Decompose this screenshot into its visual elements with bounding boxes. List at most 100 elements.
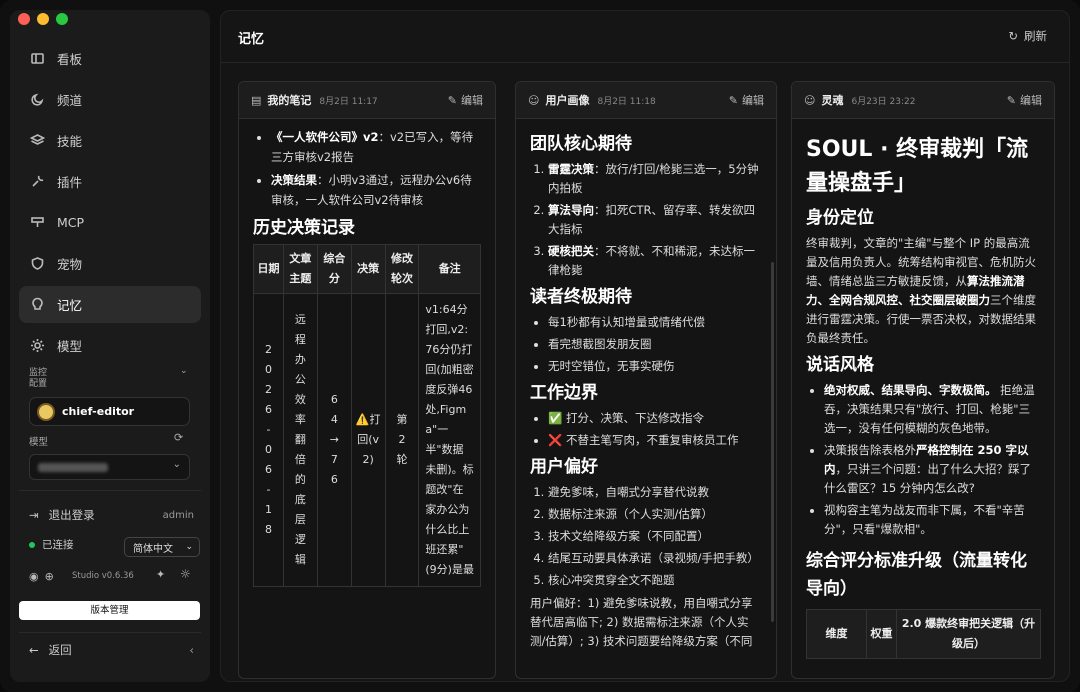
document-icon: ▤ <box>251 93 262 107</box>
edit-button[interactable]: ✎ 编辑 <box>1007 92 1042 108</box>
logout-icon: ⇥ <box>29 508 39 522</box>
sparkle-icon[interactable]: ✦ <box>156 568 165 581</box>
sidebar-item-label: 插件 <box>57 175 83 190</box>
persona-content: 团队核心期待 雷霆决策：放行/打回/枪毙三选一，5分钟内拍板 算法导向：扣死CT… <box>516 119 776 659</box>
card-header: ☺ 灵魂 6月23日 23:22 ✎ 编辑 <box>792 82 1054 119</box>
edit-icon: ✎ <box>728 93 738 107</box>
card-date: 8月2日 11:18 <box>597 96 656 107</box>
table-header: 综合分 <box>316 244 352 294</box>
table-header: 修改轮次 <box>384 244 420 294</box>
chevron-down-icon: ⌄ <box>172 459 181 470</box>
user-icon: ☺ <box>528 93 540 107</box>
collapse-sidebar-icon[interactable]: ‹ <box>189 643 194 657</box>
shield-icon <box>31 257 44 270</box>
status-dot <box>29 541 35 548</box>
list-item: 绝对权威、结果导向、字数极简。 拒绝温吞，决策结果只有"放行、打回、枪毙"三选一… <box>824 381 1040 438</box>
table-header: 日期 <box>253 244 284 294</box>
list-item: 技术文给降级方案（不同配置） <box>548 527 762 546</box>
edit-icon: ✎ <box>1006 93 1016 107</box>
monitor-config-label[interactable]: 监控 配置 <box>29 368 47 390</box>
minimize-window-button[interactable] <box>37 13 49 25</box>
card-title: 我的笔记 <box>267 94 312 107</box>
list-item: 决策结果：小明v3通过，远程办公v6待审核，一人软件公司v2待审核 <box>271 170 481 210</box>
language-select[interactable]: 简体中文 ⌄ <box>124 537 200 557</box>
maximize-window-button[interactable] <box>56 13 68 25</box>
dashboard-icon <box>31 53 44 64</box>
document-title: SOUL · 终审裁判「流量操盘手」 <box>806 137 1029 196</box>
username: admin <box>162 509 194 521</box>
card-header: ▤ 我的笔记 8月2日 11:17 ✎ 编辑 <box>239 82 495 119</box>
footer-icons: ◉ ⊕ <box>29 570 54 583</box>
sidebar-item-label: 频道 <box>57 93 83 108</box>
table-header: 权重 <box>866 609 897 659</box>
sidebar-item-7[interactable]: 模型 <box>19 327 201 364</box>
sidebar: 看板 频道 技能 插件 MCP 宠物 记忆 模型 监控 配置 ⌄ chief-editor 模型… <box>10 10 210 682</box>
notes-content: 《一人软件公司》v2：v2已写入，等待三方审核v2报告 决策结果：小明v3通过，… <box>239 119 495 595</box>
chevron-down-icon[interactable]: ⌄ <box>180 366 188 376</box>
sidebar-item-1[interactable]: 频道 <box>19 81 201 118</box>
avatar <box>37 402 55 421</box>
sun-icon <box>31 339 44 352</box>
bulb-icon <box>32 297 43 310</box>
logout-button[interactable]: ⇥ 退出登录 admin <box>29 505 194 525</box>
section-heading: 身份定位 <box>806 208 874 228</box>
card-date: 6月23日 23:22 <box>851 96 916 107</box>
sidebar-item-label: 记忆 <box>57 298 83 313</box>
list-item: 算法导向：扣死CTR、留存率、转发欲四大指标 <box>548 201 762 239</box>
version-management-button[interactable]: 版本管理 <box>19 601 200 620</box>
notes-card: ▤ 我的笔记 8月2日 11:17 ✎编辑 《一人软件公司》v2：v2已写入，等… <box>238 81 496 679</box>
sidebar-item-4[interactable]: MCP <box>19 204 201 241</box>
card-date: 8月2日 11:17 <box>319 96 378 107</box>
scrollbar[interactable] <box>771 262 774 622</box>
refresh-model-icon[interactable]: ⟳ <box>174 431 183 444</box>
paragraph: 终审裁判，文章的"主编"与整个 IP 的最高流量及信用负责人。统筹结构审视官、危… <box>806 236 1036 345</box>
sidebar-item-label: MCP <box>57 215 85 230</box>
list-item: 无时空错位，无事实硬伤 <box>548 357 762 376</box>
app-window: 看板 频道 技能 插件 MCP 宠物 记忆 模型 监控 配置 ⌄ chief-editor 模型… <box>0 0 1080 692</box>
paragraph: 用户偏好：1) 避免爹味说教，用自嘲式分享替代居高临下; 2) 数据需标注来源（… <box>530 596 753 648</box>
card-header: ☺ 用户画像 8月2日 11:18 ✎ 编辑 <box>516 82 776 119</box>
model-select[interactable]: ⌄ <box>29 454 190 480</box>
back-button[interactable]: ← 返回 ‹ <box>29 642 194 658</box>
section-heading: 工作边界 <box>530 383 598 403</box>
section-heading: 读者终极期待 <box>530 287 632 307</box>
section-heading: 团队核心期待 <box>530 134 632 154</box>
page-title: 记忆 <box>238 32 265 47</box>
soul-card: ☺ 灵魂 6月23日 23:22 ✎ 编辑 SOUL · 终审裁判「流量操盘手」 … <box>791 81 1055 679</box>
persona-card: ☺ 用户画像 8月2日 11:18 ✎编辑 团队核心期待 雷霆决策：放行/打回/… <box>515 81 777 679</box>
top-bar: 记忆 ↻ 刷新 <box>221 11 1069 63</box>
chevron-down-icon: ⌄ <box>185 542 193 552</box>
history-table: 日期 文章主题 综合分 决策 修改轮次 备注 2026-06-18 远程办公效率… <box>253 244 481 587</box>
agent-name: chief-editor <box>62 405 135 418</box>
table-header: 维度 <box>806 609 867 659</box>
list-item: 决策报告除表格外严格控制在 250 字以内，只讲三个问题：出了什么大招？踩了什么… <box>824 441 1040 498</box>
sidebar-item-label: 模型 <box>57 339 83 354</box>
sidebar-item-label: 看板 <box>57 52 83 67</box>
smile-icon: ☺ <box>804 93 816 107</box>
close-window-button[interactable] <box>18 13 30 25</box>
table-header: 决策 <box>350 244 386 294</box>
layers-icon <box>30 134 45 145</box>
agent-selector[interactable]: chief-editor <box>29 397 190 426</box>
list-item: 核心冲突贯穿全文不跑题 <box>548 571 762 590</box>
sidebar-item-5[interactable]: 宠物 <box>19 245 201 282</box>
edit-button[interactable]: ✎ 编辑 <box>448 92 483 108</box>
refresh-button[interactable]: ↻ 刷新 <box>1008 28 1047 44</box>
sidebar-item-3[interactable]: 插件 <box>19 163 201 200</box>
list-item: ❌ 不替主笔写肉，不重复审核员工作 <box>548 431 762 450</box>
table-header: 备注 <box>418 244 481 294</box>
section-heading: 历史决策记录 <box>253 218 355 238</box>
sidebar-item-2[interactable]: 技能 <box>19 122 201 159</box>
table-row: 2026-06-18 远程办公效率翻倍的底层逻辑 64→76 ⚠️打回(v2) … <box>253 293 481 587</box>
theme-toggle-icon[interactable]: ☼ <box>180 567 191 581</box>
soul-content: SOUL · 终审裁判「流量操盘手」 身份定位 终审裁判，文章的"主编"与整个 … <box>792 119 1054 667</box>
section-heading: 用户偏好 <box>530 457 598 477</box>
sidebar-item-6[interactable]: 记忆 <box>19 286 201 323</box>
sidebar-item-0[interactable]: 看板 <box>19 40 201 77</box>
edit-button[interactable]: ✎ 编辑 <box>729 92 764 108</box>
section-heading: 说话风格 <box>806 355 874 375</box>
github-icon[interactable]: ◉ <box>29 570 39 583</box>
model-value-blurred <box>38 463 108 472</box>
globe-icon[interactable]: ⊕ <box>45 570 54 583</box>
score-table: 维度 权重 2.0 爆款终审把关逻辑（升级后） <box>806 609 1041 659</box>
